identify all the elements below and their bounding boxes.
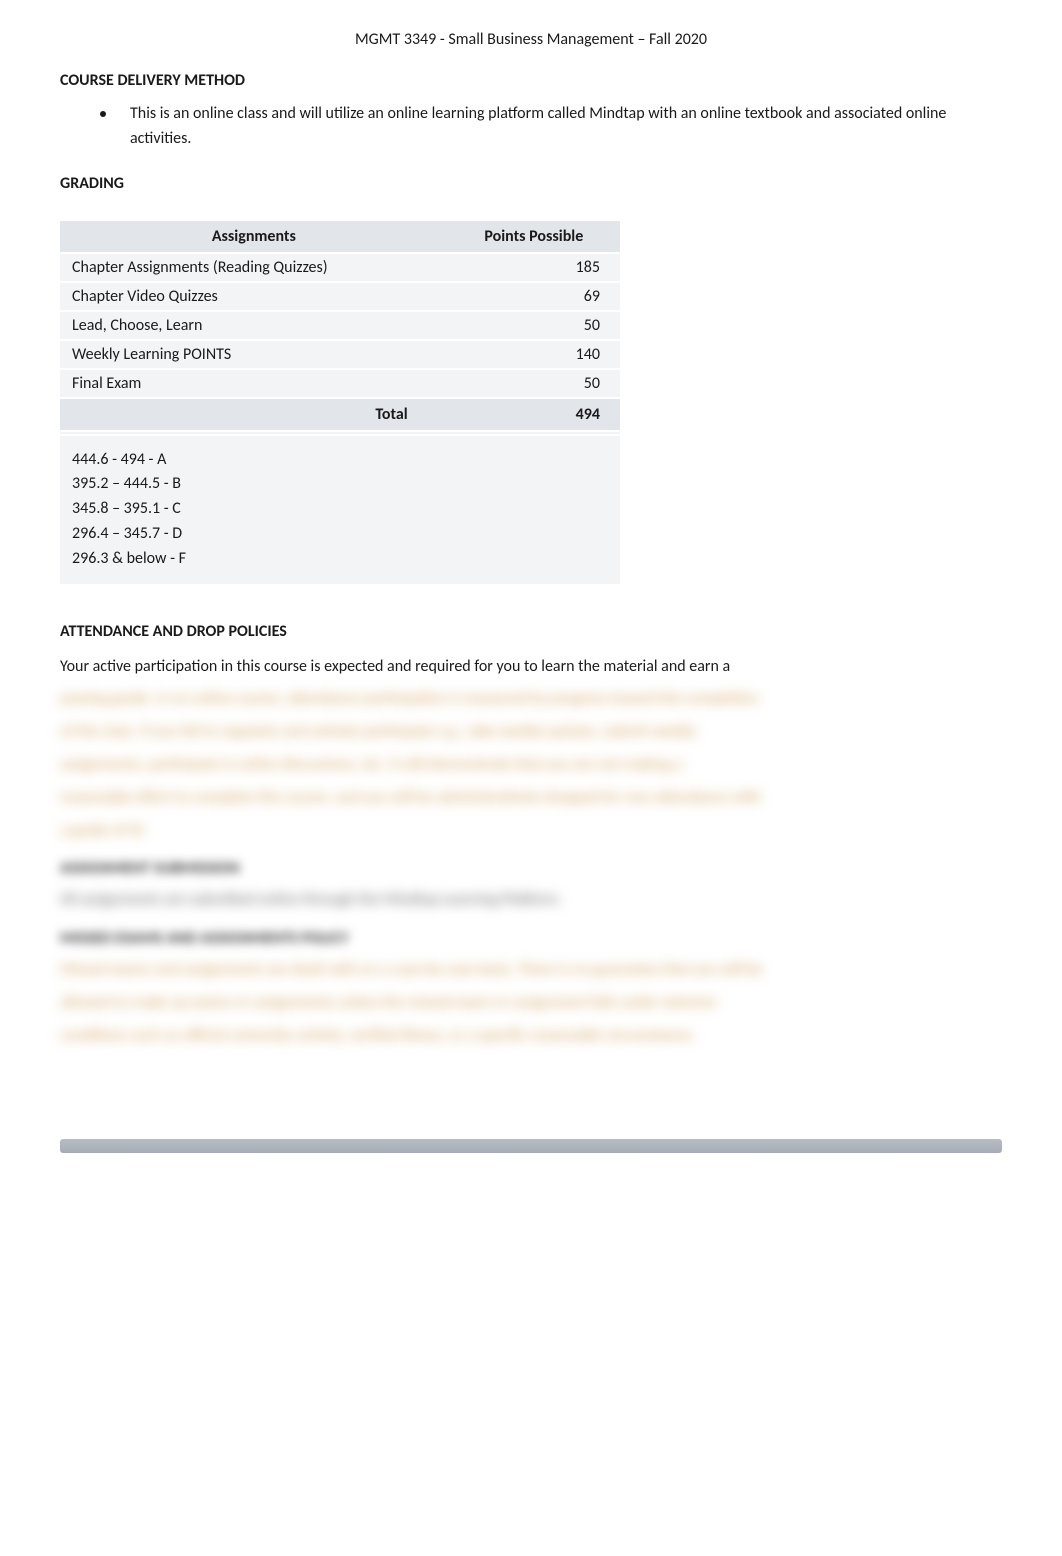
obscured-line: of the class. If you fail to regularly a… — [60, 720, 1002, 745]
assignment-name: Chapter Assignments (Reading Quizzes) — [60, 254, 448, 281]
assignment-points: 140 — [448, 341, 620, 368]
table-total-row: Total 494 — [60, 399, 620, 430]
obscured-line: a grade of W. — [60, 819, 1002, 844]
obscured-heading: ASSIGNMENT SUBMISSION — [60, 859, 1002, 878]
assignment-name: Weekly Learning POINTS — [60, 341, 448, 368]
obscured-line: All assignments are submitted online thr… — [60, 888, 1002, 913]
total-label: Total — [60, 399, 448, 430]
table-row: Chapter Video Quizzes 69 — [60, 283, 620, 310]
heading-grading: GRADING — [60, 174, 1002, 193]
grade-scale-line: 296.4 – 345.7 - D — [72, 522, 608, 547]
grade-scale-line: 395.2 – 444.5 - B — [72, 472, 608, 497]
table-row: Lead, Choose, Learn 50 — [60, 312, 620, 339]
obscured-paragraph: passing grade. In an online course, atte… — [60, 687, 1002, 843]
obscured-heading: MISSED EXAMS AND ASSIGNMENTS POLICY — [60, 929, 1002, 948]
obscured-line: conditions such as official university a… — [60, 1024, 1002, 1049]
table-row: Weekly Learning POINTS 140 — [60, 341, 620, 368]
obscured-line: passing grade. In an online course, atte… — [60, 687, 1002, 712]
col-points: Points Possible — [448, 221, 620, 252]
table-row: Chapter Assignments (Reading Quizzes) 18… — [60, 254, 620, 281]
assignment-name: Chapter Video Quizzes — [60, 283, 448, 310]
obscured-line: Missed exams and assignments are dealt w… — [60, 958, 1002, 983]
delivery-bullet-text: This is an online class and will utilize… — [130, 102, 1002, 152]
total-points: 494 — [448, 399, 620, 430]
assignment-points: 185 — [448, 254, 620, 281]
delivery-bullet: This is an online class and will utilize… — [100, 102, 1002, 152]
obscured-line: reasonable effort to complete this cours… — [60, 786, 1002, 811]
grading-table: Assignments Points Possible Chapter Assi… — [60, 219, 620, 586]
assignment-points: 69 — [448, 283, 620, 310]
assignment-points: 50 — [448, 312, 620, 339]
grading-block: Assignments Points Possible Chapter Assi… — [60, 219, 620, 586]
footer-divider — [60, 1139, 1002, 1153]
assignment-name: Final Exam — [60, 370, 448, 397]
obscured-line: assignments, participate in online discu… — [60, 753, 1002, 778]
course-header: MGMT 3349 - Small Business Management – … — [60, 30, 1002, 49]
grade-scale-line: 444.6 - 494 - A — [72, 448, 608, 473]
table-row: Final Exam 50 — [60, 370, 620, 397]
grade-scale-row: 444.6 - 494 - A 395.2 – 444.5 - B 345.8 … — [60, 436, 620, 584]
col-assignments: Assignments — [60, 221, 448, 252]
obscured-paragraph: Missed exams and assignments are dealt w… — [60, 958, 1002, 1048]
heading-delivery: COURSE DELIVERY METHOD — [60, 71, 1002, 90]
obscured-line: allowed to make up exams or assignments … — [60, 991, 1002, 1016]
heading-attendance: ATTENDANCE AND DROP POLICIES — [60, 622, 1002, 641]
bullet-icon — [100, 111, 106, 117]
attendance-visible-line: Your active participation in this course… — [60, 655, 1002, 680]
grade-scale-line: 296.3 & below - F — [72, 547, 608, 572]
table-row — [60, 432, 620, 434]
grade-scale-cell: 444.6 - 494 - A 395.2 – 444.5 - B 345.8 … — [60, 436, 620, 584]
table-header-row: Assignments Points Possible — [60, 221, 620, 252]
grade-scale-line: 345.8 – 395.1 - C — [72, 497, 608, 522]
assignment-name: Lead, Choose, Learn — [60, 312, 448, 339]
assignment-points: 50 — [448, 370, 620, 397]
